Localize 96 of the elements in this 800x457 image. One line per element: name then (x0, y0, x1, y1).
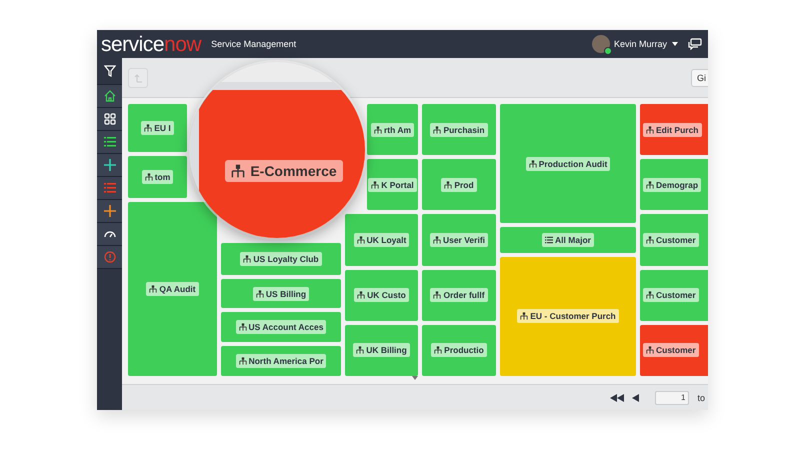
hierarchy-icon (646, 291, 654, 300)
tile-label: tom (142, 170, 174, 184)
hierarchy-icon (646, 180, 654, 189)
tile-label: US Loyalty Club (240, 252, 322, 266)
tile-label: All Major (542, 232, 594, 247)
hierarchy-icon (356, 236, 365, 244)
logo[interactable]: servicenow (101, 34, 202, 54)
tile-label: US Account Acces (236, 320, 326, 334)
treemap-tile[interactable]: QA Audit (128, 202, 217, 376)
avatar[interactable] (592, 35, 610, 53)
treemap-tile[interactable]: tom (128, 156, 187, 198)
tile-label: Purchasin (430, 122, 488, 137)
treemap-tile[interactable]: Order fullf (422, 270, 496, 321)
hierarchy-icon (144, 173, 153, 182)
tile-label: rth Am (370, 122, 414, 137)
treemap-tile[interactable]: Customer (640, 324, 708, 376)
hierarchy-icon (433, 291, 442, 300)
home-icon[interactable] (104, 90, 116, 102)
treemap-tile[interactable]: EU - Customer Purch (500, 256, 636, 376)
tile-label: UK Loyalt (354, 233, 410, 247)
tile-label: UK Custo (354, 288, 409, 302)
hierarchy-icon (357, 291, 366, 300)
treemap-tile[interactable]: EU I (128, 104, 187, 152)
tile-label: UK Billing (353, 343, 410, 358)
caret-icon (672, 42, 678, 46)
tile-label: Customer (643, 233, 699, 247)
treemap-tile[interactable]: Productio (422, 324, 496, 376)
gauge-icon[interactable] (104, 230, 116, 238)
tile-label: Order fullf (430, 288, 488, 302)
tile-label: Customer (643, 343, 699, 358)
tile-label: Prod (441, 178, 477, 192)
hierarchy-icon (371, 180, 380, 189)
treemap-tile[interactable]: Production Audit (500, 104, 636, 224)
hierarchy-icon (520, 312, 528, 320)
tile-label: EU - Customer Purch (517, 309, 619, 324)
treemap-tile[interactable]: UK Billing (345, 324, 418, 376)
hierarchy-icon (256, 290, 264, 298)
tile-label: E-Commerce (225, 160, 343, 182)
treemap-tile[interactable]: Edit Purch (640, 104, 708, 156)
tile-label: K Portal (368, 178, 417, 192)
tile-label: QA Audit (146, 282, 199, 296)
hierarchy-icon (434, 346, 442, 354)
treemap-tile[interactable]: UK Custo (345, 270, 418, 321)
hierarchy-icon (374, 126, 382, 134)
hierarchy-icon (528, 160, 537, 168)
treemap-tile[interactable]: North America Por (221, 346, 341, 376)
tile-label: EU I (141, 121, 174, 136)
hierarchy-icon (433, 126, 442, 134)
tile-label: Productio (431, 343, 487, 358)
treemap-tile[interactable]: rth Am (367, 104, 418, 156)
hierarchy-icon (646, 236, 654, 244)
grid-icon[interactable] (104, 113, 116, 125)
hierarchy-icon (243, 254, 252, 263)
hierarchy-icon (238, 323, 247, 332)
treemap-tile[interactable]: US Billing (221, 278, 341, 308)
hierarchy-icon (231, 164, 246, 178)
tile-label: North America Por (236, 354, 326, 368)
chat-icon[interactable] (688, 38, 702, 50)
treemap-tile[interactable]: Customer (640, 270, 708, 321)
toolbar-button[interactable]: Gi (691, 68, 708, 86)
hierarchy-icon (238, 357, 247, 366)
treemap-tile[interactable]: Customer (640, 214, 708, 266)
treemap-tile[interactable]: User Verifi (422, 214, 496, 266)
previous-page-icon[interactable] (632, 394, 640, 402)
treemap-tile[interactable]: Demograp (640, 159, 708, 210)
filter-icon[interactable] (104, 65, 116, 77)
hierarchy-icon (144, 124, 152, 132)
user-menu[interactable]: Kevin Murray (614, 39, 678, 49)
hierarchy-icon (149, 284, 158, 293)
treemap-tile[interactable]: Prod (422, 159, 496, 210)
hierarchy-icon (432, 236, 441, 244)
treemap-tile[interactable]: All Major (500, 227, 636, 253)
first-page-icon[interactable] (610, 394, 624, 402)
treemap-tile[interactable]: UK Loyalt (345, 214, 418, 266)
page-total-label: to (697, 392, 705, 402)
plus-icon[interactable] (104, 159, 116, 171)
list-icon (545, 236, 554, 244)
treemap-tile[interactable]: K Portal (367, 159, 418, 210)
treemap-tile[interactable]: US Loyalty Club (221, 243, 341, 275)
list-icon[interactable] (104, 136, 116, 148)
tile-label: Customer (643, 288, 699, 302)
hierarchy-icon (444, 180, 452, 189)
plus-icon[interactable] (104, 205, 116, 217)
page-field[interactable]: 1 (655, 390, 690, 404)
hierarchy-icon (356, 346, 364, 354)
tile-label: User Verifi (430, 233, 488, 247)
tile-label: Demograp (643, 178, 702, 192)
tile-label: Production Audit (526, 156, 610, 171)
hierarchy-icon (646, 126, 654, 134)
arrow-icon (134, 72, 142, 82)
treemap-tile[interactable]: Purchasin (422, 104, 496, 156)
tile-label: Edit Purch (643, 122, 702, 137)
hierarchy-icon (646, 346, 654, 354)
treemap-tile[interactable]: US Account Acces (221, 312, 341, 342)
tile-label: US Billing (252, 286, 310, 301)
app-title: Service Management (211, 39, 296, 49)
